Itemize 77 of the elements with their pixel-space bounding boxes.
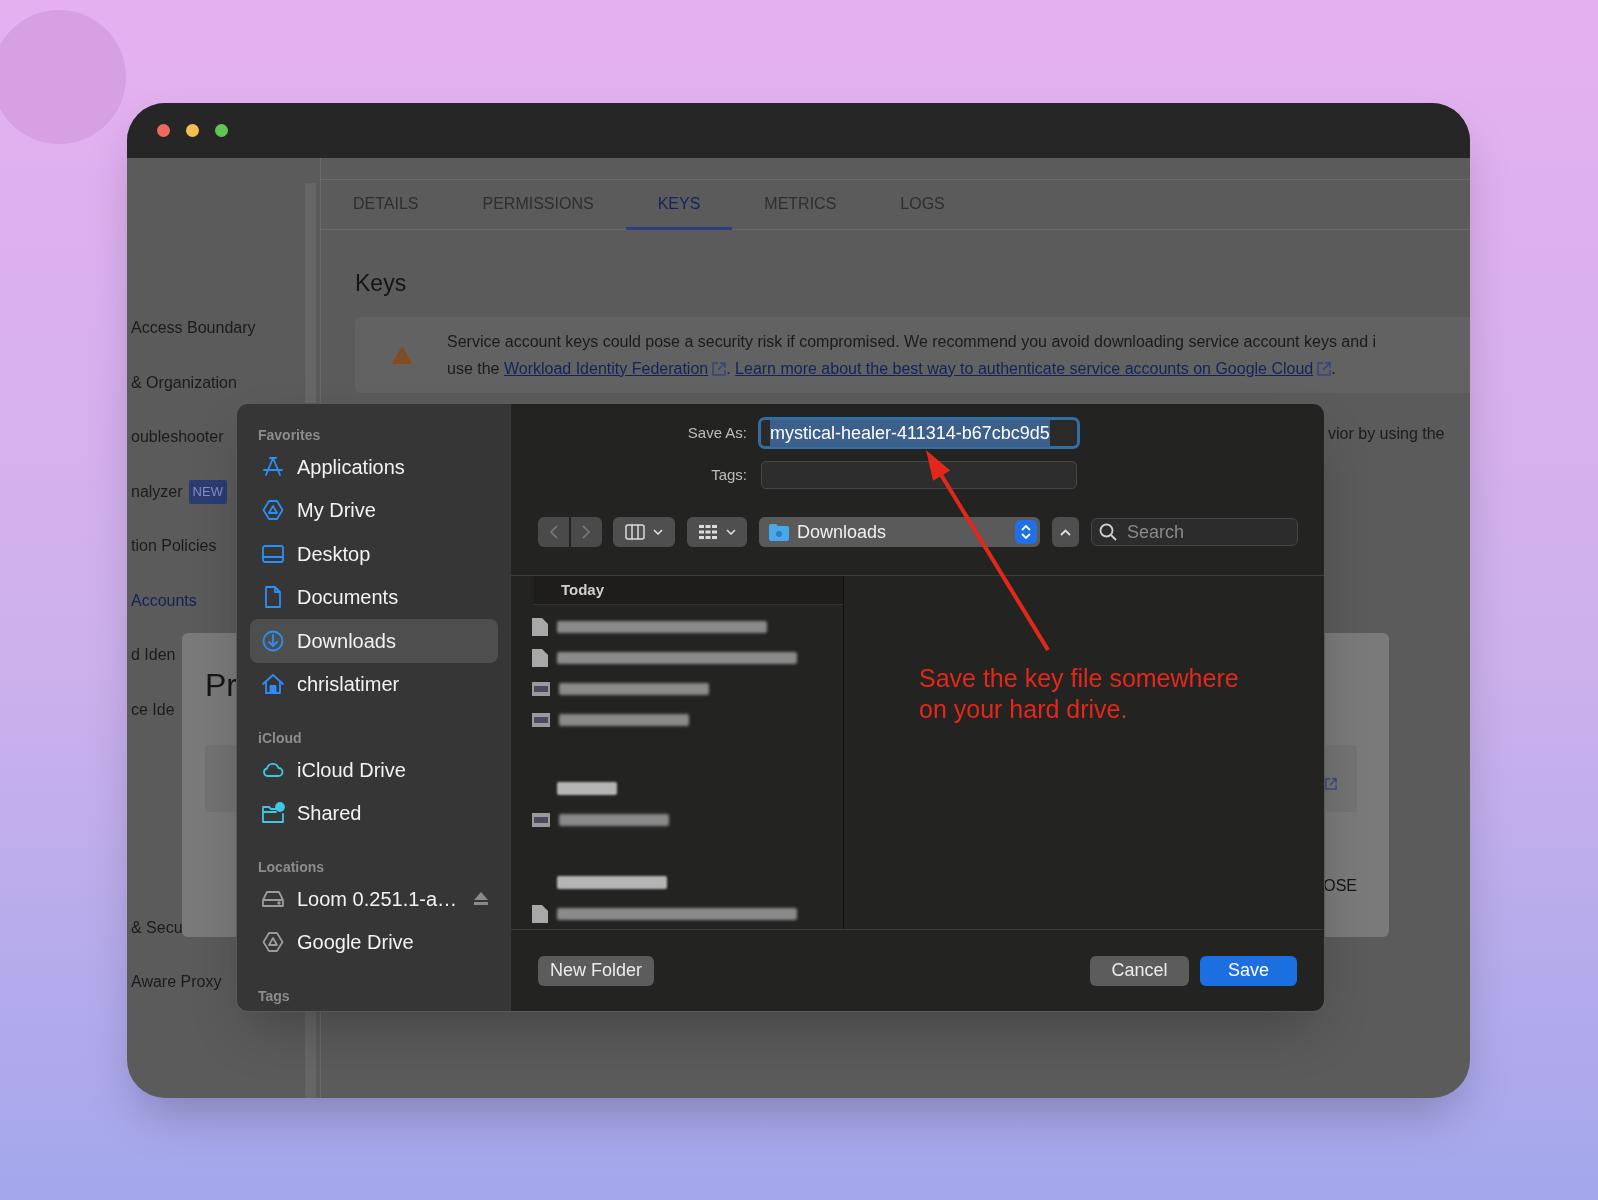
- forward-button[interactable]: [571, 517, 602, 547]
- sidebar-item[interactable]: Shared: [250, 791, 498, 835]
- chevron-down-icon: [653, 529, 663, 535]
- save-button[interactable]: Save: [1200, 955, 1297, 986]
- nav-item[interactable]: & Organization: [131, 370, 237, 395]
- nav-item[interactable]: Accounts: [131, 588, 197, 613]
- stepper-icon: [1015, 520, 1037, 544]
- columns-icon: [625, 524, 645, 540]
- chevron-down-icon: [726, 529, 736, 535]
- field-label: Tags:: [710, 464, 747, 485]
- image-file-icon: [532, 712, 550, 727]
- file-icon: [532, 617, 548, 636]
- body-text: vior by using the: [1328, 424, 1445, 444]
- sidebar-item[interactable]: Loom 0.251.1-a…: [250, 877, 498, 921]
- home-icon: [261, 672, 285, 697]
- search-field[interactable]: Search: [1091, 518, 1298, 546]
- blurred-group-title: [557, 782, 617, 795]
- group-button[interactable]: [687, 517, 747, 547]
- chevron-up-icon: [1060, 528, 1071, 536]
- minimize-button[interactable]: [186, 124, 199, 137]
- warning-icon: [392, 345, 412, 364]
- warning-message: Service account keys could pose a security risk if compromised. We recommend you avoid downloading service account keys and i use the Workload Identity Federation . Learn more about the best way to authenticate service accounts on Google Cloud .: [447, 331, 1377, 379]
- nav-item[interactable]: tion Policies: [131, 534, 217, 559]
- chevron-right-icon: [582, 525, 591, 539]
- file-icon: [532, 904, 548, 923]
- eject-icon[interactable]: [474, 892, 488, 906]
- zoom-button[interactable]: [215, 124, 228, 137]
- sidebar-item[interactable]: Downloads: [250, 619, 498, 663]
- nav-item[interactable]: ce Ide: [131, 697, 175, 722]
- new-folder-button[interactable]: New Folder: [538, 955, 655, 986]
- close-button[interactable]: [157, 124, 170, 137]
- nav-item[interactable]: Aware Proxy: [131, 970, 222, 995]
- folder-icon: [769, 523, 789, 541]
- link[interactable]: Learn more about the best way to authenticate service accounts on Google Cloud: [735, 359, 1314, 377]
- chevron-left-icon: [549, 525, 558, 539]
- nav-item[interactable]: Access Boundary: [131, 316, 256, 341]
- section-title: Keys: [355, 269, 408, 298]
- sidebar-section-title: Locations: [257, 858, 326, 877]
- nav-item[interactable]: nalyzer: [131, 479, 183, 504]
- annotation-text: Save the key file somewhere on your hard drive.: [919, 663, 1240, 725]
- download-icon: [261, 628, 285, 653]
- tags-field[interactable]: [761, 461, 1077, 489]
- drive-icon: [261, 930, 285, 955]
- sidebar-item[interactable]: iCloud Drive: [250, 748, 498, 792]
- sidebar-item[interactable]: Desktop: [250, 532, 498, 576]
- grid-icon: [698, 524, 718, 540]
- cancel-button[interactable]: Cancel: [1090, 955, 1189, 986]
- sidebar-item[interactable]: chrislatimer: [250, 662, 498, 706]
- file-icon: [532, 648, 548, 667]
- group-header: Today: [561, 579, 605, 600]
- modal-title: Pr: [205, 666, 237, 705]
- nav-item[interactable]: oubleshooter: [131, 425, 224, 450]
- image-file-icon: [532, 812, 550, 827]
- nav-item[interactable]: d Iden: [131, 643, 176, 668]
- sidebar-item[interactable]: Google Drive: [250, 920, 498, 964]
- sidebar-section-title: iCloud: [257, 729, 303, 748]
- sidebar-section-title: Favorites: [257, 426, 322, 445]
- location-popup[interactable]: Downloads: [759, 517, 1040, 547]
- link[interactable]: Workload Identity Federation: [503, 359, 709, 377]
- nav-item[interactable]: & Secu: [131, 915, 183, 940]
- drive-icon: [261, 498, 285, 523]
- view-mode-button[interactable]: [613, 517, 675, 547]
- collapse-button[interactable]: [1052, 517, 1079, 547]
- shared-folder-icon: [261, 801, 285, 826]
- external-link-icon[interactable]: [1325, 778, 1337, 790]
- sidebar-item[interactable]: Documents: [250, 575, 498, 619]
- image-file-icon: [532, 681, 550, 696]
- sidebar-item[interactable]: Applications: [250, 445, 498, 489]
- new-badge: NEW: [188, 480, 227, 504]
- sidebar-item[interactable]: My Drive: [250, 488, 498, 532]
- sidebar-section-title: Tags: [257, 987, 291, 1006]
- modal-button[interactable]: OSE: [1323, 874, 1357, 898]
- filename-field[interactable]: mystical-healer-411314-b67cbc9d5: [758, 417, 1080, 449]
- field-label: Save As:: [686, 422, 747, 443]
- back-button[interactable]: [538, 517, 569, 547]
- tab[interactable]: KEYS: [625, 180, 733, 230]
- apps-icon: [261, 454, 285, 479]
